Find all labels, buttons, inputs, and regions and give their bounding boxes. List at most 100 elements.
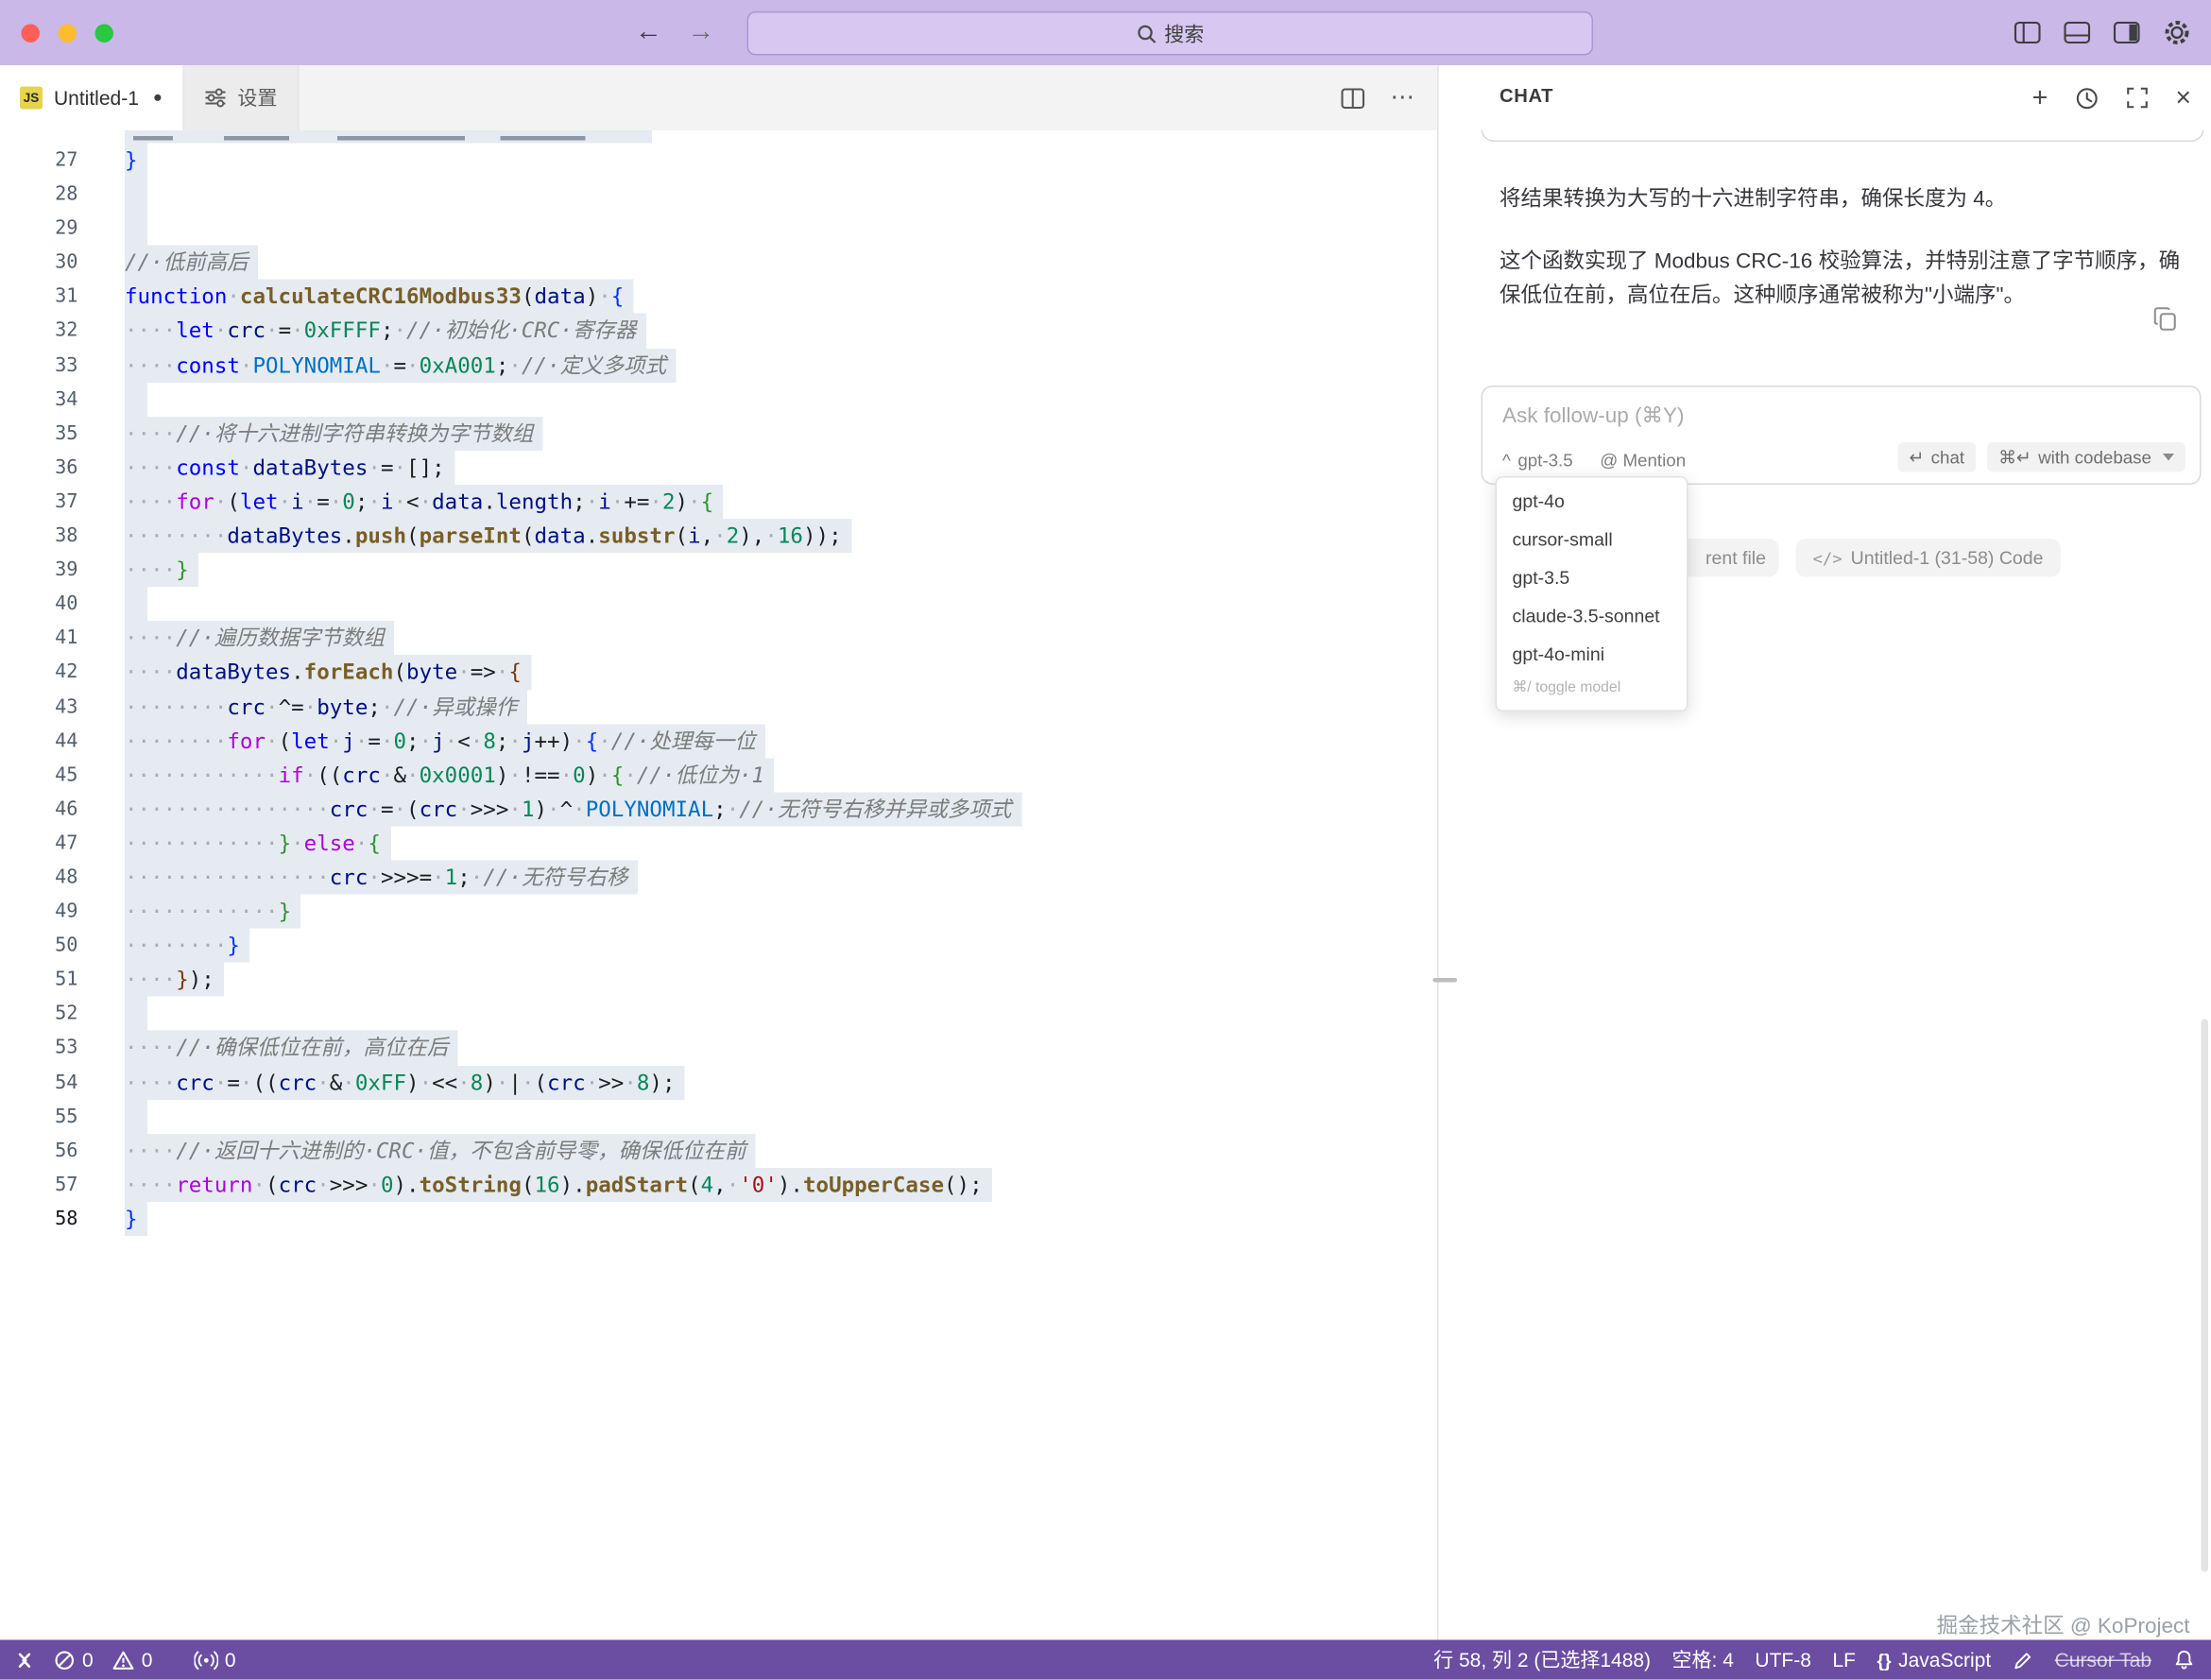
code-line[interactable]: ····//·遍历数据字节数组: [125, 621, 1437, 655]
problems-warnings[interactable]: 0: [111, 1649, 152, 1671]
global-search-input[interactable]: 搜索: [747, 11, 1594, 56]
zoom-window-button[interactable]: [95, 24, 114, 43]
code-line[interactable]: ····let·crc·=·0xFFFF;·//·初始化·CRC·寄存器: [125, 314, 1437, 348]
window-controls: [22, 24, 114, 43]
minimize-window-button[interactable]: [59, 24, 77, 43]
toggle-panel-icon[interactable]: [2064, 22, 2091, 44]
line-number: 50: [0, 929, 125, 963]
model-option-cursor-small[interactable]: cursor-small: [1497, 521, 1687, 559]
code-icon: </>: [1813, 548, 1842, 568]
code-line[interactable]: ····}: [125, 553, 1437, 587]
more-actions-icon[interactable]: ⋯: [1391, 84, 1415, 112]
modified-dot-icon[interactable]: ●: [153, 90, 163, 107]
close-panel-icon[interactable]: ×: [2175, 84, 2191, 111]
chat-panel: CHAT + × 将结果转换为大写的十六进制字符串，确保长度为 4。 这个函数实…: [1439, 65, 2211, 1640]
model-option-gpt-4o-mini[interactable]: gpt-4o-mini: [1497, 635, 1687, 674]
code-line[interactable]: ········dataBytes.push(parseInt(data.sub…: [125, 519, 1437, 553]
chat-panel-title: CHAT: [1500, 85, 1553, 107]
code-line[interactable]: }: [125, 1202, 1437, 1236]
broadcast-icon: [194, 1650, 218, 1671]
remote-indicator[interactable]: [13, 1650, 36, 1671]
bell-icon[interactable]: [2173, 1649, 2196, 1671]
sash-handle[interactable]: [1433, 978, 1458, 983]
code-line[interactable]: [125, 1099, 1437, 1133]
code-selection-chip[interactable]: </> Untitled-1 (31-58) Code: [1796, 539, 2061, 577]
chat-followup-input[interactable]: Ask follow-up (⌘Y) ^ gpt-3.5 @ Mention ↵…: [1482, 386, 2202, 485]
toggle-secondary-sidebar-icon[interactable]: [2114, 22, 2141, 44]
enter-key-icon: ↵: [1909, 447, 1924, 469]
model-option-gpt-4o[interactable]: gpt-4o: [1497, 482, 1687, 521]
code-line[interactable]: [125, 587, 1437, 621]
code-line[interactable]: [125, 212, 1437, 246]
code-line[interactable]: [125, 382, 1437, 416]
with-codebase-button[interactable]: ⌘↵ with codebase: [1987, 442, 2185, 472]
code-line[interactable]: ········for·(let·j·=·0;·j·<·8;·j++)·{·//…: [125, 724, 1437, 758]
settings-gear-icon[interactable]: [2163, 19, 2191, 47]
code-line[interactable]: ····});: [125, 963, 1437, 997]
open-in-editor-icon[interactable]: [2126, 87, 2149, 110]
encoding[interactable]: UTF-8: [1755, 1649, 1811, 1671]
model-selector[interactable]: gpt-3.5: [1517, 451, 1572, 471]
code-line[interactable]: //·低前高后: [125, 246, 1437, 280]
forwarded-ports[interactable]: 0: [194, 1649, 236, 1671]
code-line[interactable]: ····return·(crc·>>>·0).toString(16).padS…: [125, 1168, 1437, 1202]
code-line[interactable]: [125, 178, 1437, 212]
code-editor[interactable]: 2728293031323334353637383940414243444546…: [0, 130, 1437, 1640]
code-line[interactable]: ····//·返回十六进制的·CRC·值，不包含前导零，确保低位在前: [125, 1134, 1437, 1168]
line-number: 55: [0, 1099, 125, 1133]
code-line[interactable]: ····//·确保低位在前，高位在后: [125, 1031, 1437, 1065]
model-menu-hint: ⌘/ toggle model: [1497, 674, 1687, 707]
code-line[interactable]: ····const·dataBytes·=·[];: [125, 451, 1437, 485]
mention-button[interactable]: @ Mention: [1600, 451, 1686, 471]
code-line[interactable]: ····dataBytes.forEach(byte·=>·{: [125, 656, 1437, 690]
model-option-gpt-3.5[interactable]: gpt-3.5: [1497, 558, 1687, 597]
line-number: 43: [0, 690, 125, 724]
toggle-sidebar-icon[interactable]: [2014, 22, 2042, 44]
code-line[interactable]: ················crc·>>>=·1;·//·无符号右移: [125, 860, 1437, 894]
code-line[interactable]: ············if·((crc·&·0x0001)·!==·0)·{·…: [125, 758, 1437, 792]
cmd-enter-key-icon: ⌘↵: [1998, 447, 2031, 469]
line-number: 30: [0, 246, 125, 280]
line-number: 54: [0, 1065, 125, 1099]
braces-icon: {}: [1877, 1650, 1891, 1671]
chat-scrollbar[interactable]: [2202, 1020, 2209, 1572]
code-line[interactable]: ········}: [125, 929, 1437, 963]
code-line[interactable]: ····crc·=·((crc·&·0xFF)·<<·8)·|·(crc·>>·…: [125, 1065, 1437, 1099]
back-button[interactable]: ←: [635, 17, 662, 48]
code-line[interactable]: ····for·(let·i·=·0;·i·<·data.length;·i·+…: [125, 485, 1437, 519]
forward-button[interactable]: →: [688, 17, 715, 48]
pen-icon[interactable]: [2013, 1650, 2034, 1671]
indentation[interactable]: 空格: 4: [1672, 1646, 1734, 1674]
line-number: 47: [0, 826, 125, 860]
tab-untitled-1[interactable]: JS Untitled-1 ●: [0, 65, 183, 130]
code-line[interactable]: }: [125, 144, 1437, 178]
code-line[interactable]: ····//·将十六进制字符串转换为字节数组: [125, 417, 1437, 451]
model-option-claude-3.5-sonnet[interactable]: claude-3.5-sonnet: [1497, 597, 1687, 636]
code-line[interactable]: [125, 997, 1437, 1031]
code-line[interactable]: ············}: [125, 895, 1437, 929]
split-editor-icon[interactable]: [1341, 87, 1365, 109]
close-window-button[interactable]: [22, 24, 41, 43]
code-line[interactable]: ············}·else·{: [125, 826, 1437, 860]
editor-tab-bar: JS Untitled-1 ● 设置 ⋯: [0, 65, 1437, 130]
copy-message-icon[interactable]: [2153, 306, 2179, 332]
assistant-message-paragraph: 将结果转换为大写的十六进制字符串，确保长度为 4。: [1500, 183, 2193, 216]
chat-submit-button[interactable]: ↵ chat: [1897, 442, 1976, 472]
line-number: 53: [0, 1031, 125, 1065]
tab-settings[interactable]: 设置: [183, 65, 299, 130]
code-line[interactable]: ················crc·=·(crc·>>>·1)·^·POLY…: [125, 792, 1437, 826]
code-line[interactable]: function·calculateCRC16Modbus33(data)·{: [125, 280, 1437, 314]
input-placeholder: Ask follow-up (⌘Y): [1502, 403, 1685, 428]
eol-sequence[interactable]: LF: [1832, 1649, 1856, 1671]
new-chat-icon[interactable]: +: [2032, 84, 2048, 111]
cursor-position[interactable]: 行 58, 列 2 (已选择1488): [1433, 1646, 1651, 1674]
problems-errors[interactable]: 0: [54, 1649, 94, 1671]
language-mode[interactable]: {} JavaScript: [1877, 1649, 1991, 1671]
history-icon[interactable]: [2075, 86, 2100, 111]
code-line[interactable]: ····const·POLYNOMIAL·=·0xA001;·//·定义多项式: [125, 348, 1437, 382]
chevron-down-icon: [2163, 454, 2174, 461]
cursor-tab-toggle[interactable]: Cursor Tab: [2055, 1649, 2151, 1671]
line-number: 37: [0, 485, 125, 519]
code-line[interactable]: ········crc·^=·byte;·//·异或操作: [125, 690, 1437, 724]
line-number: 45: [0, 758, 125, 792]
